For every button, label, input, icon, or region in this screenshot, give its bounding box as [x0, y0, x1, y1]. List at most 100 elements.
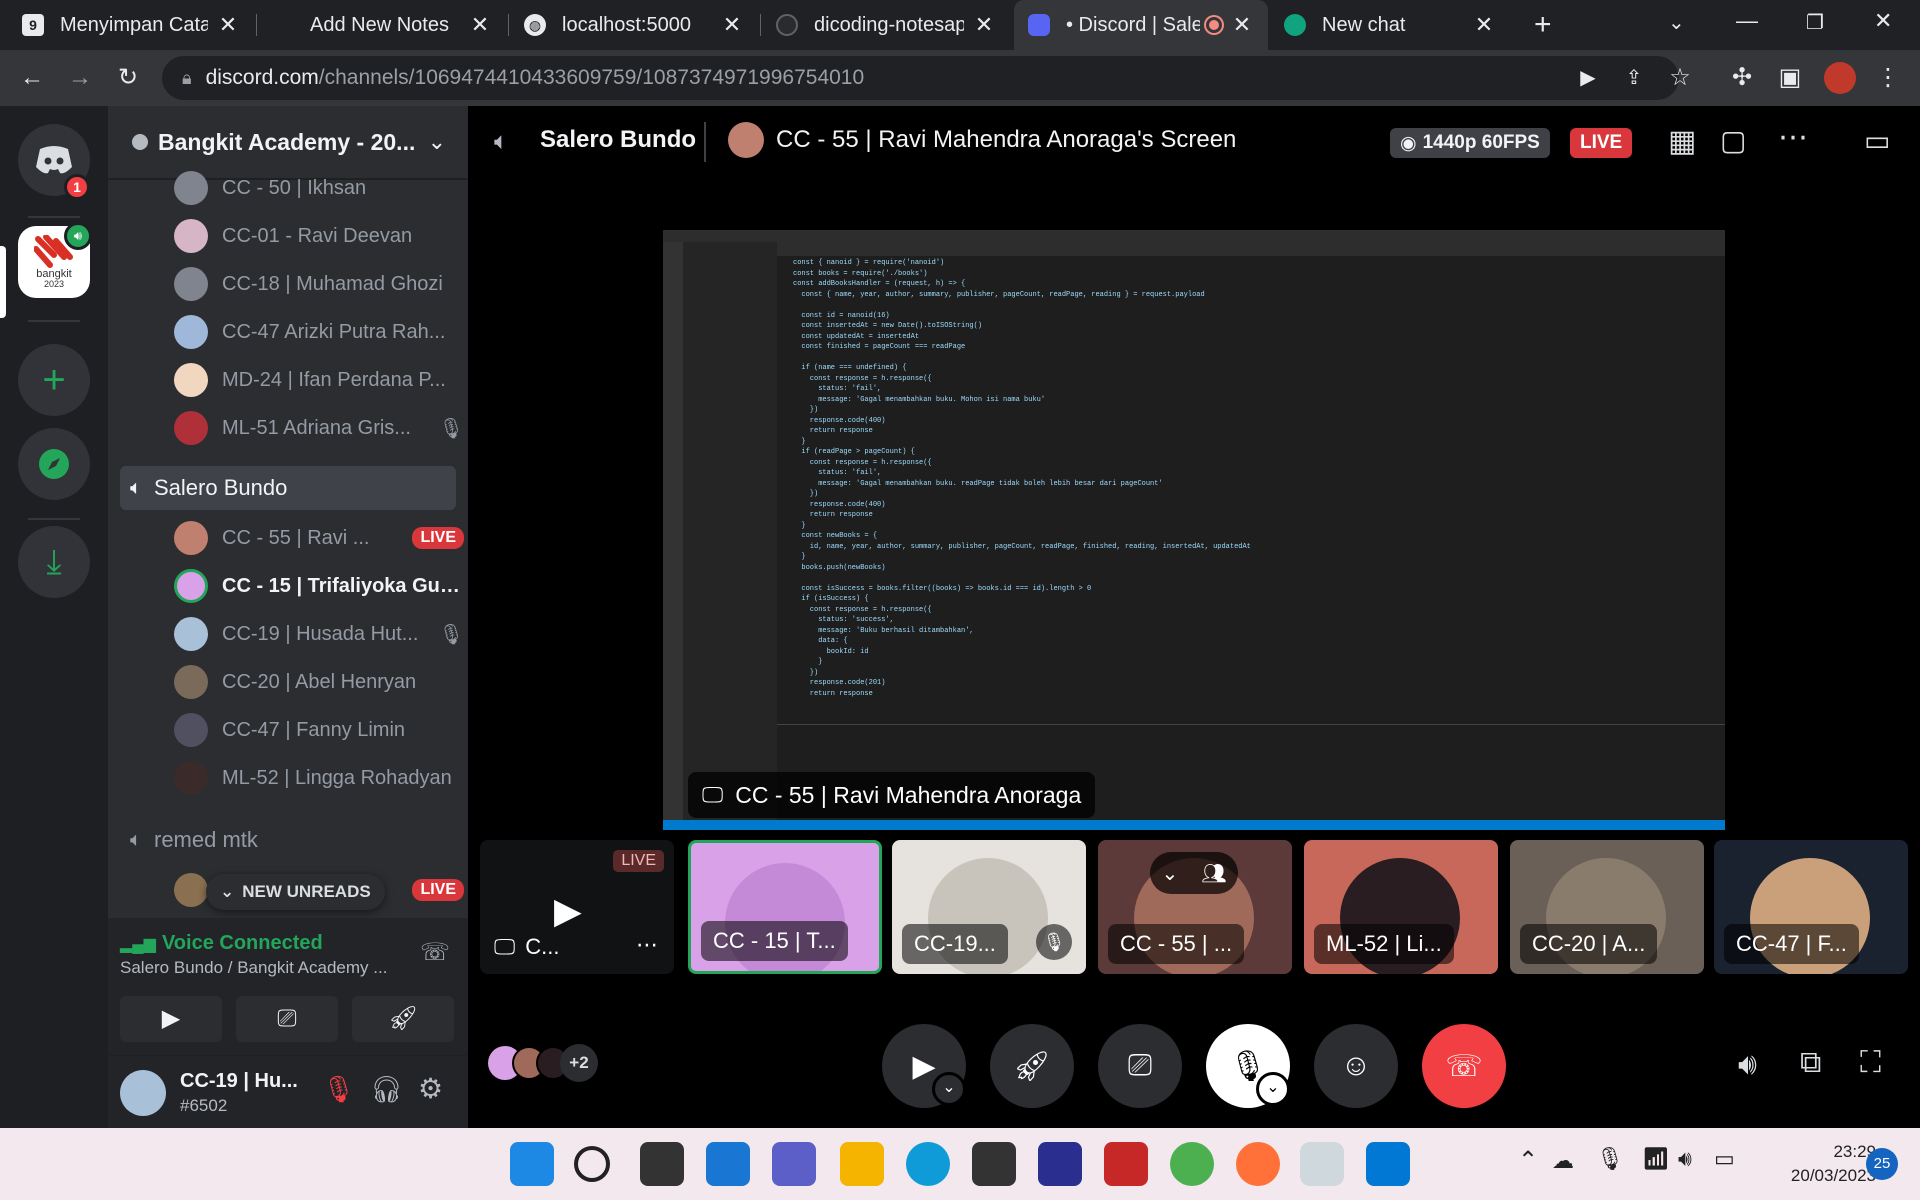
task-view-icon[interactable]: [640, 1142, 684, 1186]
grid-layout-icon[interactable]: ▦: [1668, 124, 1696, 159]
onedrive-icon[interactable]: ☁: [1552, 1148, 1574, 1174]
app-icon[interactable]: [1038, 1142, 1082, 1186]
participant-tile-stream[interactable]: LIVE ▶ 🖵︎ C... ⋯: [480, 840, 674, 974]
popout-window-icon[interactable]: ⧉: [1800, 1046, 1821, 1080]
screen-share-button[interactable]: ⎚: [236, 996, 338, 1042]
search-icon[interactable]: [574, 1146, 610, 1182]
chat-icon[interactable]: ▭: [1864, 124, 1890, 157]
clock-time[interactable]: 23:29: [1800, 1142, 1876, 1162]
profile-avatar[interactable]: [1824, 62, 1856, 94]
extra-participants-count[interactable]: +2: [560, 1044, 598, 1082]
mcafee-icon[interactable]: [1104, 1142, 1148, 1186]
voice-location[interactable]: Salero Bundo / Bangkit Academy ...: [120, 958, 387, 978]
voice-member[interactable]: MD-24 | Ifan Perdana P...: [174, 360, 464, 400]
bookmark-star-icon[interactable]: ☆: [1664, 62, 1696, 94]
file-explorer-icon[interactable]: [840, 1142, 884, 1186]
browser-tab-active[interactable]: • Discord | Sale ✕: [1014, 0, 1268, 50]
activity-button[interactable]: 🚀︎: [990, 1024, 1074, 1108]
explore-servers-icon[interactable]: [18, 428, 90, 500]
participant-tile[interactable]: ML-52 | Li...: [1304, 840, 1498, 974]
close-icon[interactable]: ✕: [1230, 12, 1254, 38]
vscode-icon[interactable]: [1366, 1142, 1410, 1186]
voice-member[interactable]: CC - 50 | Ikhsan: [174, 168, 464, 208]
tab-search-icon[interactable]: ⌄: [1668, 10, 1685, 35]
address-bar[interactable]: 🔒︎ discord.com/channels/1069474410433609…: [162, 56, 1679, 100]
settings-gear-icon[interactable]: ⚙: [418, 1072, 443, 1105]
chevron-down-icon[interactable]: ⌄: [1256, 1072, 1290, 1106]
participant-tile[interactable]: CC - 15 | T...: [688, 840, 882, 974]
download-apps-icon[interactable]: ⤓: [18, 526, 90, 598]
voice-member-speaking[interactable]: CC - 15 | Trifaliyoka Gus...: [174, 566, 464, 606]
forward-icon[interactable]: →: [64, 62, 96, 94]
new-tab-icon[interactable]: +: [1534, 8, 1552, 42]
video-button[interactable]: ▶: [120, 996, 222, 1042]
store-icon[interactable]: [972, 1142, 1016, 1186]
voice-member[interactable]: CC - 55 | Ravi ... LIVE: [174, 518, 464, 558]
widgets-icon[interactable]: [706, 1142, 750, 1186]
volume-icon[interactable]: 🔊︎: [1738, 1048, 1757, 1082]
edge-icon[interactable]: [906, 1142, 950, 1186]
close-icon[interactable]: ✕: [1472, 12, 1496, 38]
restore-icon[interactable]: ❐: [1806, 10, 1824, 35]
participant-tile[interactable]: CC-47 | F...: [1714, 840, 1908, 974]
disconnect-icon[interactable]: ☏: [420, 938, 450, 967]
voice-member[interactable]: ML-51 Adriana Gris... 🎙︎: [174, 408, 464, 448]
browser-tab[interactable]: Add New Notes ✕: [258, 0, 506, 50]
close-icon[interactable]: ✕: [216, 12, 240, 38]
window-close-icon[interactable]: ✕: [1874, 8, 1892, 34]
start-icon[interactable]: [510, 1142, 554, 1186]
chevron-down-icon[interactable]: ⌄: [932, 1072, 966, 1106]
camera-in-use-icon[interactable]: ▶: [1572, 62, 1604, 94]
volume-icon[interactable]: 🔊︎: [1678, 1146, 1692, 1172]
voice-member[interactable]: CC-19 | Husada Hut... 🎙︎: [174, 614, 464, 654]
screen-share-button[interactable]: ⎚: [1098, 1024, 1182, 1108]
firefox-icon[interactable]: [1236, 1142, 1280, 1186]
voice-member[interactable]: ML-52 | Lingga Rohadyan: [174, 758, 464, 798]
wifi-icon[interactable]: 📶︎: [1642, 1146, 1670, 1172]
avatar[interactable]: [120, 1070, 166, 1116]
voice-channel-remed-mtk[interactable]: 🔈︎ remed mtk: [120, 818, 456, 862]
minimize-icon[interactable]: —: [1736, 8, 1758, 34]
more-options-icon[interactable]: ⋯: [636, 932, 658, 958]
voice-member[interactable]: CC-01 - Ravi Deevan: [174, 216, 464, 256]
back-icon[interactable]: ←: [16, 62, 48, 94]
voice-member[interactable]: CC-18 | Muhamad Ghozi: [174, 264, 464, 304]
voice-member[interactable]: CC-20 | Abel Henryan: [174, 662, 464, 702]
chrome-profile-icon[interactable]: [1300, 1142, 1344, 1186]
voice-member[interactable]: CC-47 | Fanny Limin: [174, 710, 464, 750]
emoji-icon[interactable]: ☺: [1314, 1024, 1398, 1108]
participant-tile[interactable]: CC-19... 🎙︎: [892, 840, 1086, 974]
participant-tile[interactable]: ⌄ 👥︎ CC - 55 | ...: [1098, 840, 1292, 974]
new-unreads-pill[interactable]: ⌄ NEW UNREADS: [206, 874, 385, 910]
microphone-icon[interactable]: 🎙︎: [1596, 1146, 1624, 1172]
clock-date[interactable]: 20/03/2023: [1780, 1166, 1876, 1186]
more-options-icon[interactable]: ⋯: [1778, 120, 1808, 155]
add-server-icon[interactable]: +: [18, 344, 90, 416]
shared-screen[interactable]: const { nanoid } = require('nanoid') con…: [663, 230, 1725, 830]
disconnect-button[interactable]: ☏: [1422, 1024, 1506, 1108]
close-icon[interactable]: ✕: [972, 12, 996, 38]
browser-tab[interactable]: ◍ localhost:5000 ✕: [510, 0, 758, 50]
chrome-menu-icon[interactable]: ⋮: [1872, 62, 1904, 94]
chevron-up-icon[interactable]: ⌃: [1518, 1146, 1538, 1175]
chrome-icon[interactable]: [1170, 1142, 1214, 1186]
teams-chat-icon[interactable]: [772, 1142, 816, 1186]
close-icon[interactable]: ✕: [468, 12, 492, 38]
tile-overlay-controls[interactable]: ⌄ 👥︎: [1150, 852, 1238, 894]
activity-button[interactable]: 🚀︎: [352, 996, 454, 1042]
browser-tab[interactable]: 9 Menyimpan Catatan ✕: [8, 0, 254, 50]
voice-member[interactable]: CC-47 Arizki Putra Rah...: [174, 312, 464, 352]
headphones-icon[interactable]: 🎧︎: [370, 1074, 403, 1105]
close-icon[interactable]: ✕: [720, 12, 744, 38]
browser-tab[interactable]: dicoding-notesapp ✕: [762, 0, 1010, 50]
battery-icon[interactable]: ▭: [1714, 1146, 1735, 1172]
side-panel-icon[interactable]: ▣: [1774, 62, 1806, 94]
voice-channel-salero-bundo[interactable]: 🔈︎ Salero Bundo: [120, 466, 456, 510]
popout-icon[interactable]: ▢: [1720, 124, 1746, 157]
participant-tile[interactable]: CC-20 | A...: [1510, 840, 1704, 974]
share-icon[interactable]: ⇪: [1618, 62, 1650, 94]
mic-muted-icon[interactable]: 🎙︎: [322, 1074, 355, 1105]
notification-badge[interactable]: 25: [1866, 1148, 1898, 1180]
reload-icon[interactable]: ↻: [112, 62, 144, 94]
fullscreen-icon[interactable]: ⛶: [1860, 1046, 1881, 1080]
